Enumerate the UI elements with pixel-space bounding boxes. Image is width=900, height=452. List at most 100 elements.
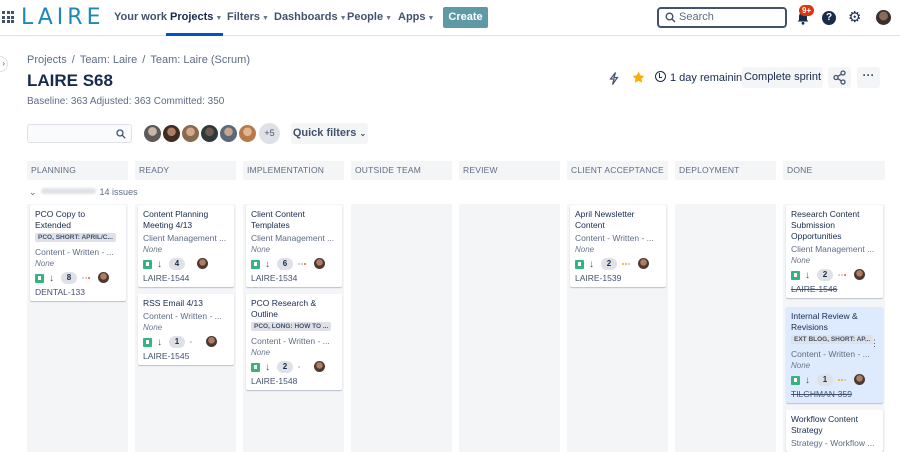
assignee-avatar[interactable] — [314, 361, 325, 372]
user-avatar[interactable] — [876, 10, 891, 25]
page-title: LAIRE S68 — [27, 71, 113, 90]
quick-filters-dropdown[interactable]: Quick filters ⌄ — [291, 123, 368, 144]
assignee-avatar[interactable] — [314, 258, 325, 269]
issue-card[interactable]: April Newsletter Content Content - Writt… — [570, 205, 666, 287]
story-points-badge: 8 — [61, 272, 77, 284]
priority-low-icon: ↓ — [157, 259, 162, 270]
nav-filters[interactable]: Filters ▼ — [227, 11, 269, 23]
issue-key[interactable]: LAIRE-1548 — [251, 376, 337, 387]
app-switcher-icon[interactable] — [2, 11, 14, 23]
breadcrumb-board[interactable]: Team: Laire (Scrum) — [150, 54, 250, 66]
assignee-avatar[interactable] — [142, 123, 163, 144]
breadcrumb-team[interactable]: Team: Laire — [80, 54, 137, 66]
story-icon — [251, 363, 260, 372]
star-icon[interactable] — [632, 71, 645, 84]
issue-card[interactable]: Research Content Submission Opportunitie… — [786, 205, 883, 298]
issue-key[interactable]: TILGHMAN-359 — [791, 389, 878, 400]
assignee-avatar[interactable] — [854, 374, 865, 385]
breadcrumb: Projects / Team: Laire / Team: Laire (Scrum) — [27, 54, 250, 66]
column-header-outside-team: OUTSIDE TEAM — [351, 161, 452, 180]
issue-card[interactable]: RSS Email 4/13 Content - Written - ... N… — [138, 294, 234, 365]
board-search-input[interactable] — [27, 124, 132, 143]
nav-your-work-label: Your work — [114, 11, 167, 23]
remaining-label: 1 day remaining — [670, 72, 749, 84]
chevron-down-icon: ▼ — [339, 15, 347, 22]
assignee-avatar[interactable] — [206, 336, 217, 347]
card-menu-icon[interactable]: ⋮ — [870, 338, 879, 349]
issue-field-none: None — [251, 245, 271, 254]
logo[interactable]: LAIRE — [21, 5, 105, 30]
issue-key[interactable]: LAIRE-1545 — [143, 351, 229, 362]
issue-card[interactable]: Content Planning Meeting 4/13 Client Man… — [138, 205, 234, 287]
issue-category: Client Management ... — [251, 233, 335, 243]
status-dots — [838, 379, 852, 382]
assignee-avatar[interactable] — [854, 269, 865, 280]
search-input[interactable] — [679, 11, 779, 23]
active-nav-indicator — [166, 33, 223, 36]
assignee-avatar[interactable] — [237, 123, 258, 144]
swimlane-header[interactable]: ⌄ 14 issues — [29, 187, 138, 198]
help-icon[interactable]: ? — [822, 11, 836, 25]
assignee-avatar[interactable] — [199, 123, 220, 144]
story-icon — [791, 271, 800, 280]
sidebar-expand-toggle[interactable]: › — [0, 56, 8, 72]
issue-category: Content - Written - ... — [35, 247, 114, 257]
issue-title: Research Content Submission Opportunitie… — [791, 209, 860, 241]
more-actions-button[interactable]: ··· — [857, 67, 880, 88]
issue-card[interactable]: Client Content Templates Client Manageme… — [246, 205, 342, 287]
search-field[interactable] — [657, 7, 787, 28]
share-button[interactable] — [828, 67, 851, 88]
more-assignees-badge[interactable]: +5 — [259, 123, 280, 144]
story-points-badge: 4 — [169, 258, 185, 270]
issue-field-none: None — [575, 245, 595, 254]
chevron-down-icon: ⌄ — [29, 187, 37, 197]
nav-people[interactable]: People ▼ — [347, 11, 392, 23]
story-points-badge: 2 — [277, 361, 293, 373]
nav-your-work[interactable]: Your work — [114, 11, 167, 23]
assignee-avatar[interactable] — [638, 258, 649, 269]
issue-category: Strategy - Workflow ... — [791, 438, 875, 448]
assignee-avatar[interactable] — [180, 123, 201, 144]
issue-field-none: None — [143, 323, 163, 332]
issue-key[interactable]: DENTAL-133 — [35, 287, 121, 298]
status-dots — [298, 366, 302, 369]
gear-icon[interactable]: ⚙ — [848, 10, 861, 25]
status-dots — [298, 263, 312, 266]
issue-card[interactable]: Workflow Content Strategy Strategy - Wor… — [786, 410, 883, 452]
story-icon — [791, 376, 800, 385]
assignee-avatar[interactable] — [161, 123, 182, 144]
issue-key[interactable]: LAIRE-1534 — [251, 273, 337, 284]
issue-key[interactable]: LAIRE-1544 — [143, 273, 229, 284]
issue-card-selected[interactable]: Internal Review & Revisions EXT BLOG, SH… — [786, 307, 883, 403]
card-meta-row: ↓ 2 — [575, 258, 661, 273]
story-icon — [575, 260, 584, 269]
nav-dashboards[interactable]: Dashboards ▼ — [274, 11, 347, 23]
issue-card[interactable]: PCO Research & Outline PCO, LONG: HOW TO… — [246, 294, 342, 390]
breadcrumb-projects[interactable]: Projects — [27, 54, 67, 66]
column-header-planning: PLANNING — [27, 161, 128, 180]
issue-key[interactable]: LAIRE-1539 — [575, 273, 661, 284]
assignee-avatar[interactable] — [218, 123, 239, 144]
status-dots — [82, 277, 96, 280]
issue-title: April Newsletter Content — [575, 209, 635, 230]
lightning-bolt-icon[interactable] — [609, 72, 619, 85]
assignee-avatar[interactable] — [197, 258, 208, 269]
status-dots — [190, 341, 194, 344]
issue-title: Client Content Templates — [251, 209, 305, 230]
issue-field-none: None — [251, 348, 271, 357]
nav-apps[interactable]: Apps ▼ — [398, 11, 434, 23]
card-meta-row: ↓ 6 — [251, 258, 337, 273]
issue-key[interactable]: LAIRE-1546 — [791, 284, 878, 295]
notifications-badge: 9+ — [799, 5, 815, 16]
story-points-badge: 6 — [277, 258, 293, 270]
story-points-badge: 2 — [601, 258, 617, 270]
nav-projects[interactable]: Projects ▼ — [170, 11, 222, 23]
issue-category: Content - Written - ... — [143, 311, 222, 321]
chevron-down-icon: ⌄ — [359, 129, 367, 138]
epic-label: EXT BLOG, SHORT: AP... — [791, 335, 874, 344]
create-button[interactable]: Create — [443, 7, 488, 28]
assignee-avatar[interactable] — [98, 272, 109, 283]
issue-card[interactable]: PCO Copy to Extended PCO, SHORT: APRIL/C… — [30, 205, 126, 301]
complete-sprint-button[interactable]: Complete sprint — [742, 67, 823, 88]
column-header-client-acceptance: CLIENT ACCEPTANCE — [567, 161, 668, 180]
